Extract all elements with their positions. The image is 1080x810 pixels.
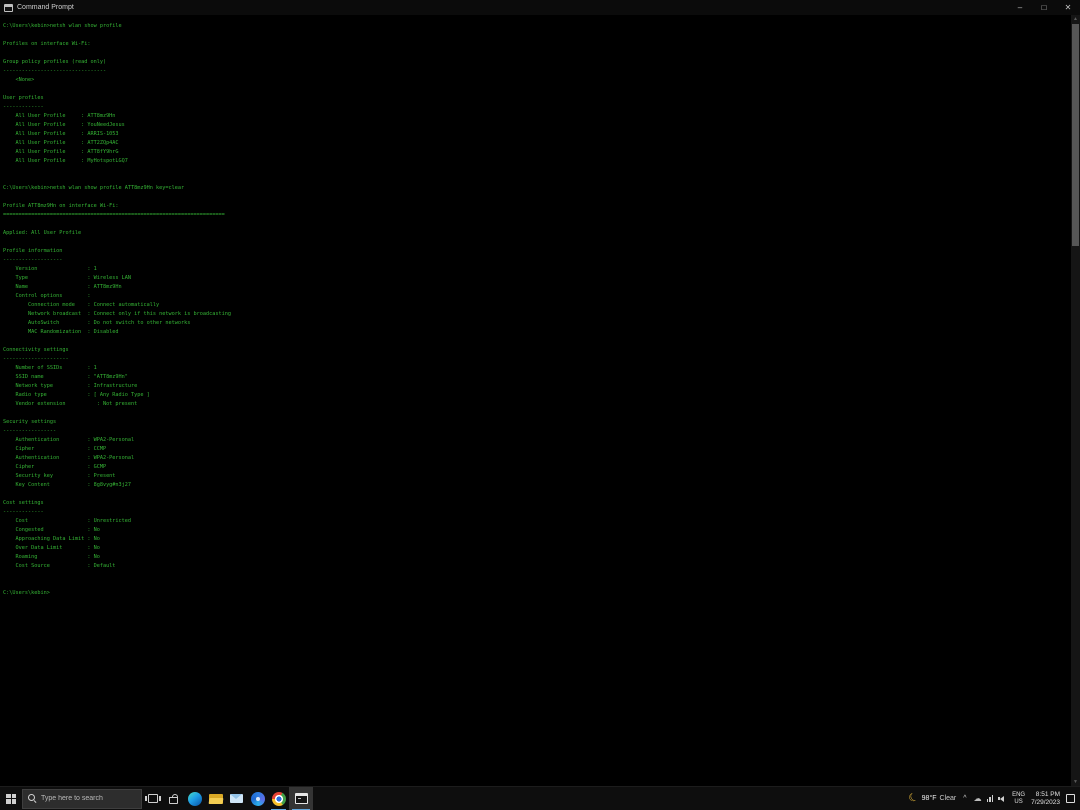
- language-line1: ENG: [1012, 792, 1025, 799]
- taskbar-app-photos[interactable]: [247, 787, 268, 810]
- language-indicator[interactable]: ENG US: [1012, 792, 1025, 806]
- taskbar-app-command-prompt[interactable]: [289, 787, 313, 810]
- language-line2: US: [1014, 799, 1022, 806]
- search-icon: [28, 794, 37, 803]
- maximize-button[interactable]: □: [1032, 0, 1056, 15]
- scroll-up-arrow-icon[interactable]: ▲: [1071, 15, 1080, 23]
- weather-condition: Clear: [940, 795, 957, 802]
- system-tray: ☾ 98°F Clear ^ ☁ ENG US 8:51 PM 7/29/202…: [909, 787, 1080, 810]
- taskbar-app-file-explorer[interactable]: [205, 787, 226, 810]
- scroll-down-arrow-icon[interactable]: ▼: [1071, 778, 1080, 786]
- taskbar-app-mail[interactable]: [226, 787, 247, 810]
- taskbar: ☾ 98°F Clear ^ ☁ ENG US 8:51 PM 7/29/202…: [0, 786, 1080, 810]
- command-prompt-window: Command Prompt – □ ✕ C:\Users\kebin>nets…: [0, 0, 1080, 786]
- file-explorer-icon: [209, 794, 223, 804]
- taskbar-clock[interactable]: 8:51 PM 7/29/2023: [1031, 791, 1060, 807]
- windows-logo-icon: [6, 794, 16, 804]
- taskbar-search[interactable]: [22, 789, 142, 809]
- mail-icon: [230, 794, 243, 803]
- microsoft-store-icon: [169, 797, 178, 804]
- microsoft-edge-icon: [188, 792, 202, 806]
- task-view-icon: [148, 794, 158, 803]
- photos-icon: [251, 792, 265, 806]
- show-hidden-icons-button[interactable]: ^: [962, 795, 967, 802]
- tray-icons: ☁: [974, 795, 1007, 803]
- taskbar-app-microsoft-edge[interactable]: [184, 787, 205, 810]
- scrollbar-thumb[interactable]: [1072, 24, 1079, 246]
- taskbar-app-microsoft-store[interactable]: [163, 787, 184, 810]
- action-center-icon[interactable]: [1066, 794, 1075, 803]
- clock-date: 7/29/2023: [1031, 799, 1060, 807]
- network-signal-icon[interactable]: [987, 795, 994, 802]
- weather-temperature: 98°F: [922, 795, 937, 802]
- search-input[interactable]: [41, 795, 136, 802]
- minimize-button[interactable]: –: [1008, 0, 1032, 15]
- window-title: Command Prompt: [17, 4, 74, 11]
- desktop: Command Prompt – □ ✕ C:\Users\kebin>nets…: [0, 0, 1080, 810]
- window-controls: – □ ✕: [1008, 0, 1080, 15]
- google-chrome-icon: [272, 792, 286, 806]
- clock-time: 8:51 PM: [1036, 791, 1060, 799]
- onedrive-cloud-icon[interactable]: ☁: [974, 795, 982, 803]
- start-button[interactable]: [0, 787, 22, 810]
- taskbar-app-google-chrome[interactable]: [268, 787, 289, 810]
- volume-icon[interactable]: [998, 795, 1006, 803]
- titlebar[interactable]: Command Prompt – □ ✕: [0, 0, 1080, 15]
- close-button[interactable]: ✕: [1056, 0, 1080, 15]
- moon-icon: ☾: [907, 791, 921, 805]
- command-prompt-icon: [4, 4, 13, 12]
- command-prompt-icon: [295, 793, 308, 804]
- weather-widget[interactable]: ☾ 98°F Clear: [909, 793, 956, 804]
- console-output[interactable]: C:\Users\kebin>netsh wlan show profile P…: [3, 15, 1069, 786]
- scrollbar[interactable]: ▲ ▼: [1071, 15, 1080, 786]
- task-view-button[interactable]: [142, 787, 163, 810]
